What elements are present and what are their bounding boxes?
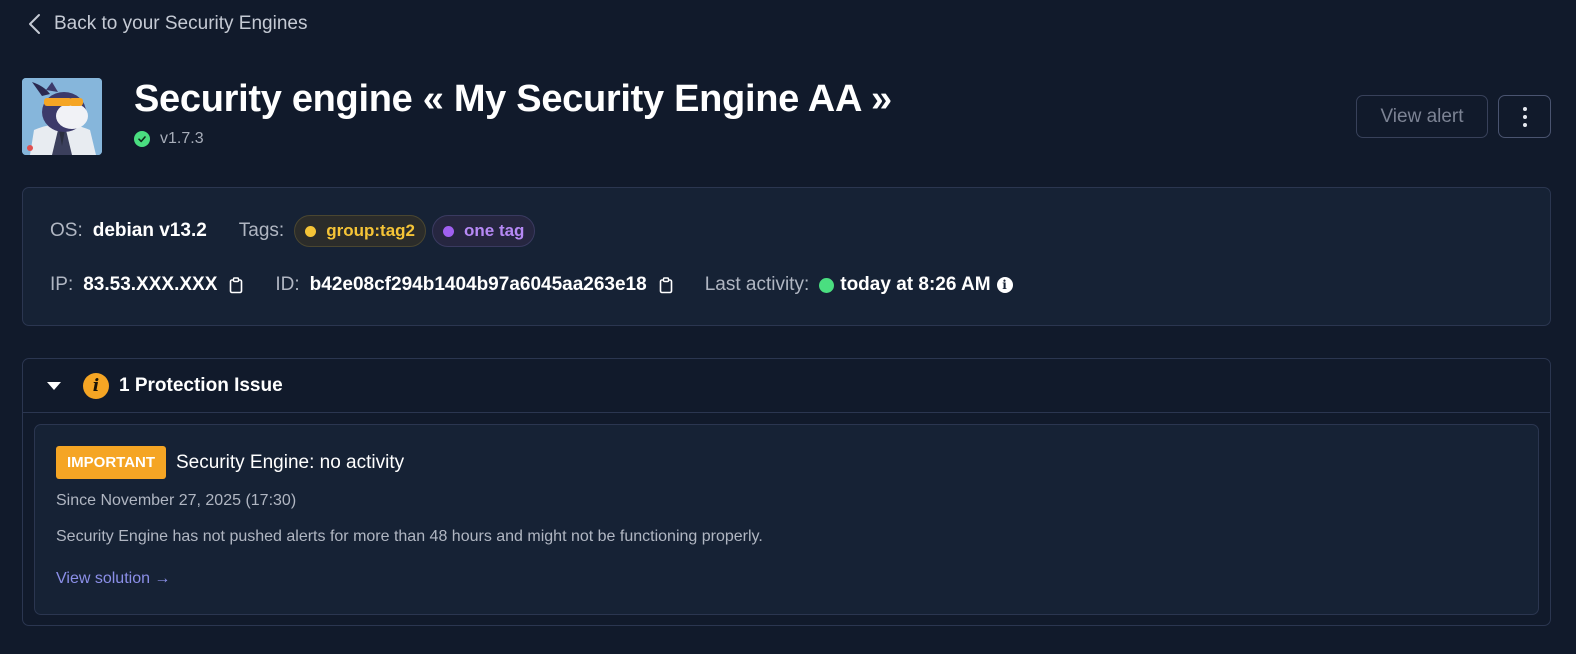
issue-card: IMPORTANT Security Engine: no activity S…: [34, 424, 1539, 615]
copy-id-icon[interactable]: [659, 276, 673, 294]
id-label: ID:: [275, 274, 300, 295]
info-row-os-tags: OS: debian v13.2 Tags: group:tag2 one ta…: [50, 215, 541, 247]
last-activity-value: today at 8:26 AM: [840, 274, 991, 295]
version-text: v1.7.3: [160, 130, 204, 147]
protection-issues-panel: i 1 Protection Issue IMPORTANT Security …: [22, 358, 1551, 626]
version-row: v1.7.3: [134, 130, 204, 148]
view-solution-link[interactable]: View solution →: [56, 570, 170, 588]
protection-issues-title: 1 Protection Issue: [119, 374, 283, 396]
info-row-ip-id-activity: IP: 83.53.XXX.XXX ID: b42e08cf294b1404b9…: [50, 269, 1013, 301]
more-options-button[interactable]: [1498, 95, 1551, 138]
vertical-dots-icon: [1522, 105, 1527, 129]
engine-avatar: [22, 78, 102, 155]
tag-dot-icon: [305, 225, 317, 237]
ip-label: IP:: [50, 274, 74, 295]
last-activity-label: Last activity:: [704, 274, 810, 295]
info-icon[interactable]: i: [996, 277, 1013, 293]
view-alert-button[interactable]: View alert: [1356, 95, 1488, 138]
issue-description: Security Engine has not pushed alerts fo…: [56, 528, 763, 545]
warning-info-icon: i: [83, 372, 109, 399]
activity-status-dot: [819, 277, 835, 293]
issue-title: Security Engine: no activity: [176, 452, 405, 473]
copy-ip-icon[interactable]: [229, 276, 243, 294]
issue-since: Since November 27, 2025 (17:30): [56, 492, 297, 509]
engine-info-card: OS: debian v13.2 Tags: group:tag2 one ta…: [22, 187, 1551, 326]
tags-label: Tags:: [238, 220, 285, 241]
tag-label: group:tag2: [326, 221, 415, 240]
protection-issues-header[interactable]: i 1 Protection Issue: [23, 359, 1550, 413]
back-link-label: Back to your Security Engines: [54, 13, 308, 34]
severity-badge: IMPORTANT: [56, 446, 167, 479]
check-circle-icon: [134, 131, 150, 147]
tag-label: one tag: [464, 221, 525, 240]
tag-chip[interactable]: group:tag2: [294, 215, 426, 247]
caret-down-icon[interactable]: [47, 381, 61, 390]
chevron-left-icon: [29, 14, 40, 34]
tag-dot-icon: [443, 225, 454, 237]
back-link[interactable]: Back to your Security Engines: [26, 12, 307, 36]
tag-chip[interactable]: one tag: [432, 215, 536, 247]
os-label: OS:: [50, 220, 83, 241]
page-title: Security engine « My Security Engine AA …: [134, 78, 892, 120]
ip-value: 83.53.XXX.XXX: [83, 274, 218, 295]
os-value: debian v13.2: [92, 220, 207, 241]
id-value: b42e08cf294b1404b97a6045aa263e18: [309, 274, 647, 295]
